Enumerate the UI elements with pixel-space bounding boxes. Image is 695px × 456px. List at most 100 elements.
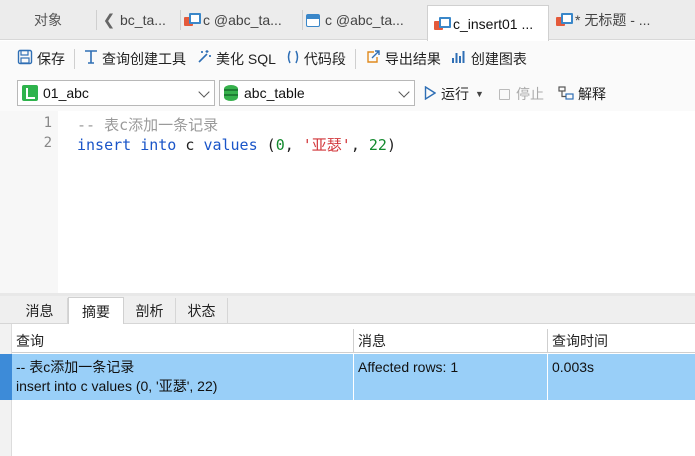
query-icon — [184, 13, 201, 27]
magic-wand-icon — [196, 49, 212, 69]
tab-label: 摘要 — [82, 303, 110, 320]
database-value: abc_table — [244, 85, 305, 101]
sql-keyword: insert — [77, 136, 132, 154]
tab-label: * 无标题 - ... — [575, 12, 651, 28]
cell-query-time[interactable]: 0.003s — [548, 354, 695, 400]
connection-icon — [22, 85, 38, 101]
chart-icon — [451, 49, 467, 69]
beautify-sql-button[interactable]: 美化 SQL — [191, 45, 281, 73]
tab-profile[interactable]: 剖析 — [124, 298, 176, 324]
editor-tab-bar: 对象 ❮ bc_ta... c @abc_ta... c @abc_ta... … — [0, 0, 695, 41]
tab-messages[interactable]: 消息 — [12, 298, 68, 324]
table-icon — [306, 13, 320, 27]
parentheses-icon — [286, 49, 300, 69]
sql-string: '亚瑟' — [302, 136, 351, 154]
header-label: 消息 — [358, 333, 386, 349]
database-icon — [224, 85, 238, 101]
run-label: 运行 — [441, 86, 469, 102]
export-results-label: 导出结果 — [384, 51, 441, 67]
code-line-comment: -- 表c添加一条记录 — [77, 116, 219, 134]
chevron-down-icon — [398, 86, 410, 98]
tab-status[interactable]: 状态 — [176, 298, 228, 324]
code-line-insert: insert into c values (0, '亚瑟', 22) — [77, 134, 396, 155]
stop-button[interactable]: 停止 — [499, 82, 544, 106]
beautify-sql-label: 美化 SQL — [216, 51, 276, 67]
explain-label: 解释 — [578, 86, 606, 102]
sql-punct: ( — [266, 136, 276, 154]
result-tabs: 消息 摘要 剖析 状态 — [0, 296, 695, 325]
connection-value: 01_abc — [43, 85, 89, 101]
table-row[interactable]: -- 表c添加一条记录 insert into c values (0, '亚瑟… — [12, 354, 695, 400]
result-grid: 查询 消息 查询时间 -- 表c添加一条记录 insert into c val… — [0, 324, 695, 456]
caret-down-icon[interactable]: ▼ — [475, 89, 484, 99]
connection-select[interactable]: 01_abc — [17, 80, 215, 106]
column-header-query-time[interactable]: 查询时间 — [548, 329, 695, 353]
query-icon — [434, 16, 451, 31]
query-builder-label: 查询创建工具 — [102, 51, 186, 67]
toolbar-divider — [354, 49, 356, 69]
code-snippet-label: 代码段 — [303, 51, 346, 67]
line-number: 1 — [43, 115, 52, 131]
sql-editor[interactable]: 1 2 -- 表c添加一条记录 insert into c values (0,… — [0, 111, 695, 294]
column-header-message[interactable]: 消息 — [354, 329, 548, 353]
sql-number: 22 — [368, 136, 387, 154]
save-label: 保存 — [37, 51, 65, 67]
query-builder-icon — [84, 49, 98, 69]
cell-message[interactable]: Affected rows: 1 — [354, 354, 548, 400]
export-icon — [365, 49, 381, 69]
tab-label: 状态 — [187, 303, 216, 319]
stop-label: 停止 — [516, 86, 544, 102]
grid-header: 查询 消息 查询时间 — [12, 329, 695, 353]
explain-button[interactable]: 解释 — [558, 82, 606, 106]
query-icon — [556, 13, 573, 27]
tab-label: c_insert01 ... — [453, 15, 534, 32]
sql-punct: , — [350, 136, 369, 154]
tab-objects-label: 对象 — [34, 12, 62, 28]
tab-c-abc-ta-query[interactable]: c @abc_ta... — [184, 4, 300, 36]
tab-bc-ta[interactable]: bc_ta... — [120, 4, 178, 36]
line-number: 2 — [43, 135, 52, 151]
tab-summary[interactable]: 摘要 — [68, 297, 124, 325]
tab-separator — [96, 10, 97, 30]
sql-keyword: values — [203, 136, 258, 154]
column-header-query[interactable]: 查询 — [12, 329, 354, 353]
row-selector[interactable] — [0, 354, 12, 400]
line-number-gutter: 1 2 — [0, 111, 58, 294]
save-button[interactable]: 保存 — [12, 45, 70, 73]
cell-query[interactable]: -- 表c添加一条记录 insert into c values (0, '亚瑟… — [12, 354, 354, 400]
play-icon — [424, 85, 437, 103]
stop-icon — [499, 88, 510, 100]
toolbar-divider — [74, 49, 75, 69]
chevron-left-icon[interactable]: ❮ — [100, 4, 118, 36]
run-button[interactable]: 运行 ▼ — [424, 82, 484, 106]
header-label: 查询 — [16, 333, 44, 349]
tab-separator — [302, 10, 303, 30]
chevron-down-icon — [198, 86, 210, 98]
tab-label: 剖析 — [135, 303, 164, 319]
explain-icon — [558, 85, 574, 104]
code-snippet-button[interactable]: 代码段 — [281, 45, 351, 73]
query-builder-button[interactable]: 查询创建工具 — [79, 45, 191, 73]
create-chart-button[interactable]: 创建图表 — [446, 45, 532, 73]
export-results-button[interactable]: 导出结果 — [360, 45, 446, 73]
sql-number: 0 — [275, 136, 285, 154]
tab-untitled[interactable]: * 无标题 - ... — [556, 4, 674, 36]
tab-c-insert01[interactable]: c_insert01 ... — [427, 5, 549, 41]
tab-label: c @abc_ta... — [325, 12, 404, 28]
sql-punct: , — [284, 136, 303, 154]
tab-objects[interactable]: 对象 — [0, 4, 96, 36]
sql-punct: ) — [386, 136, 396, 154]
create-chart-label: 创建图表 — [470, 51, 527, 67]
header-label: 查询时间 — [552, 333, 608, 349]
selector-row: 01_abc abc_table 运行 ▼ 停止 解释 — [0, 77, 695, 111]
tab-label: bc_ta... — [120, 12, 166, 28]
tab-label: c @abc_ta... — [203, 12, 282, 28]
database-select[interactable]: abc_table — [219, 80, 415, 106]
sql-identifier: c — [185, 136, 195, 154]
sql-keyword: into — [140, 136, 177, 154]
tab-label: 消息 — [25, 303, 54, 319]
query-toolbar: 保存 查询创建工具 美化 SQL 代码段 导出结果 创建图表 — [0, 41, 695, 77]
tab-c-abc-ta-table[interactable]: c @abc_ta... — [306, 4, 422, 36]
tab-separator — [180, 10, 181, 30]
save-icon — [17, 49, 33, 69]
